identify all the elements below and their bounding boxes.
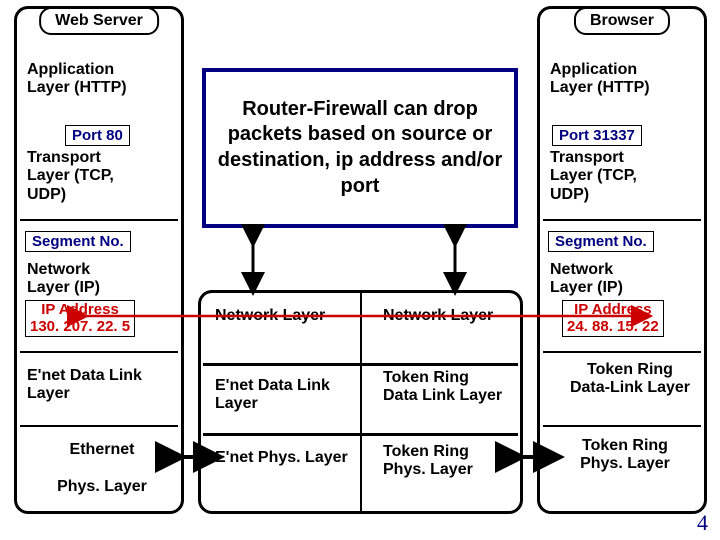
segment-no-left: Segment No. xyxy=(25,231,131,252)
dlink-right-line2: Data-Link Layer xyxy=(570,379,690,396)
router-phys-right: Token Ring Phys. Layer xyxy=(383,443,523,480)
phys-right: Token Ring Phys. Layer xyxy=(560,437,690,474)
arrow-fw-router-left xyxy=(238,230,268,290)
port-left: Port 80 xyxy=(65,125,130,146)
segment-no-right: Segment No. xyxy=(548,231,654,252)
network-layer-right: Network Layer (IP) xyxy=(550,261,660,298)
phys-right-line1: Token Ring xyxy=(582,437,668,454)
browser-stack: Browser Application Layer (HTTP) Port 31… xyxy=(537,6,707,514)
network-layer-left: Network Layer (IP) xyxy=(27,261,137,298)
transport-layer-right: Transport Layer (TCP, UDP) xyxy=(550,149,670,204)
app-layer-left: Application Layer (HTTP) xyxy=(27,61,137,98)
arrow-phys-left xyxy=(165,445,215,469)
page-number: 4 xyxy=(697,510,708,536)
dlink-left: E'net Data Link Layer xyxy=(27,367,147,404)
router-dlink-left: E'net Data Link Layer xyxy=(215,377,355,414)
router-phys-left: E'net Phys. Layer xyxy=(215,449,355,467)
phys-left-line1: Ethernet xyxy=(70,441,135,458)
arrow-phys-right xyxy=(505,445,555,469)
web-server-stack: Web Server Application Layer (HTTP) Port… xyxy=(14,6,184,514)
web-server-title: Web Server xyxy=(39,7,159,35)
dlink-right-line1: Token Ring xyxy=(587,361,673,378)
browser-title: Browser xyxy=(574,7,670,35)
router-dlink-right-l2: Data Link Layer xyxy=(383,387,502,404)
app-layer-right: Application Layer (HTTP) xyxy=(550,61,660,98)
phys-left: Ethernet Phys. Layer xyxy=(37,441,167,496)
router-divider xyxy=(360,293,362,511)
arrow-ip-link xyxy=(70,308,650,324)
arrow-fw-router-right xyxy=(440,230,470,290)
router-phys-right-l2: Phys. Layer xyxy=(383,461,473,478)
dlink-right: Token Ring Data-Link Layer xyxy=(560,361,700,398)
phys-left-line2: Phys. Layer xyxy=(57,478,147,495)
port-right: Port 31337 xyxy=(552,125,642,146)
phys-right-line2: Phys. Layer xyxy=(580,455,670,472)
router-phys-right-l1: Token Ring xyxy=(383,443,469,460)
firewall-description: Router-Firewall can drop packets based o… xyxy=(202,68,518,228)
router-dlink-right-l1: Token Ring xyxy=(383,369,469,386)
transport-layer-left: Transport Layer (TCP, UDP) xyxy=(27,149,147,204)
router-dlink-right: Token Ring Data Link Layer xyxy=(383,369,523,406)
